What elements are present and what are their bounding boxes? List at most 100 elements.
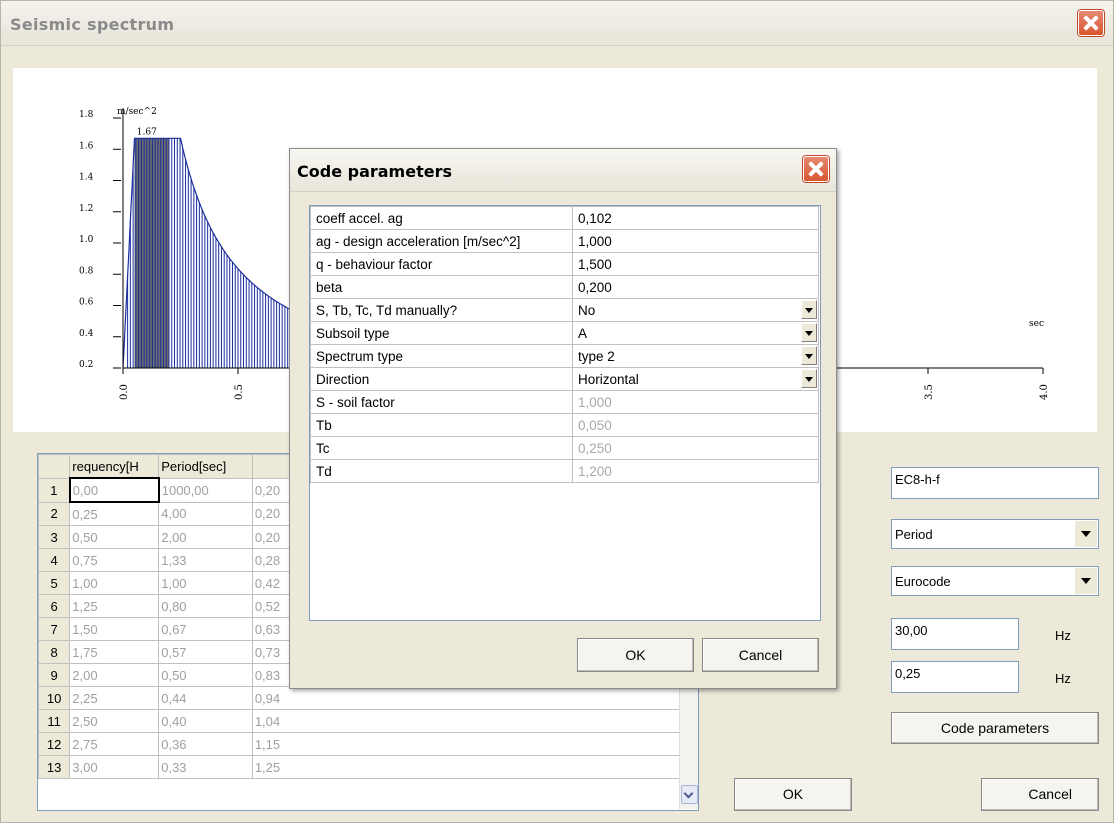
dialog-ok-button[interactable]: OK [577, 638, 694, 672]
dropdown-arrow-icon[interactable] [801, 300, 817, 319]
code-select[interactable]: Eurocode [891, 566, 1099, 596]
chevron-down-icon[interactable] [1074, 568, 1097, 594]
dialog-close-icon[interactable] [803, 156, 829, 182]
cancel-button[interactable]: Cancel [981, 778, 1099, 811]
parameter-value-text: 1,000 [578, 394, 612, 410]
parameter-row[interactable]: coeff accel. ag 0,102 [310, 206, 819, 230]
parameter-value-text: 1,000 [578, 233, 612, 249]
frequency-cell[interactable]: 0,50 [69, 525, 160, 549]
parameter-row[interactable]: Direction Horizontal [310, 367, 819, 391]
frequency-cell[interactable]: 3,00 [69, 755, 160, 779]
value-cell[interactable]: 1,04 [251, 709, 698, 733]
frequency-cell[interactable]: 1,00 [69, 571, 160, 595]
period-cell[interactable]: 1,33 [158, 548, 253, 572]
frequency-cell[interactable]: 1,50 [69, 617, 160, 641]
x-tick-label: 0.5 [234, 384, 245, 400]
parameter-value[interactable]: 1,000 [572, 229, 819, 253]
period-cell[interactable]: 0,36 [158, 732, 253, 756]
value-cell[interactable]: 1,25 [251, 755, 698, 779]
chevron-down-icon[interactable] [1074, 521, 1097, 547]
parameter-value[interactable]: 0,102 [572, 206, 819, 230]
frequency-cell[interactable]: 0,25 [69, 501, 160, 526]
frequency-cell[interactable]: 1,25 [69, 594, 160, 618]
table-row[interactable]: 11 2,50 0,40 1,04 [38, 709, 698, 733]
parameter-row[interactable]: S, Tb, Tc, Td manually? No [310, 298, 819, 322]
ok-button[interactable]: OK [734, 778, 852, 811]
table-row[interactable]: 13 3,00 0,33 1,25 [38, 755, 698, 779]
y-tick-label: 1.2 [79, 204, 93, 214]
parameter-value[interactable]: A [572, 321, 819, 345]
period-cell[interactable]: 4,00 [158, 501, 253, 526]
period-cell[interactable]: 1000,00 [158, 477, 253, 503]
period-cell[interactable]: 0,67 [158, 617, 253, 641]
parameter-row[interactable]: q - behaviour factor 1,500 [310, 252, 819, 276]
frequency-cell[interactable]: 0,75 [69, 548, 160, 572]
parameter-row[interactable]: Spectrum type type 2 [310, 344, 819, 368]
y-axis-unit: m/sec^2 [117, 107, 157, 117]
axis-select[interactable]: Period [891, 519, 1099, 549]
period-cell[interactable]: 0,44 [158, 686, 253, 710]
table-row[interactable]: 12 2,75 0,36 1,15 [38, 732, 698, 756]
parameter-value[interactable]: type 2 [572, 344, 819, 368]
parameter-row[interactable]: beta 0,200 [310, 275, 819, 299]
dropdown-arrow-icon[interactable] [801, 323, 817, 342]
dialog-title: Code parameters [297, 162, 452, 181]
spectrum-name-field[interactable]: EC8-h-f [891, 467, 1099, 499]
parameter-value[interactable]: Horizontal [572, 367, 819, 391]
parameters-grid[interactable]: coeff accel. ag 0,102 ag - design accelera… [309, 205, 821, 621]
code-parameters-button[interactable]: Code parameters [891, 712, 1099, 744]
row-number-header [38, 454, 71, 479]
parameter-row[interactable]: ag - design acceleration [m/sec^2] 1,000 [310, 229, 819, 253]
x-axis-unit: sec [1029, 319, 1044, 329]
row-number: 3 [38, 525, 71, 549]
scroll-down-icon[interactable] [681, 785, 698, 804]
frequency-cell[interactable]: 2,25 [69, 686, 160, 710]
period-column-header[interactable]: Period[sec] [158, 454, 253, 479]
frequency-step-field[interactable]: 0,25 [891, 661, 1019, 693]
parameter-label: beta [310, 275, 573, 299]
period-cell[interactable]: 0,80 [158, 594, 253, 618]
frequency-cell[interactable]: 2,50 [69, 709, 160, 733]
row-number: 13 [38, 755, 71, 779]
parameter-row[interactable]: Td 1,200 [310, 459, 819, 483]
row-number: 9 [38, 663, 71, 687]
parameters-table[interactable]: coeff accel. ag 0,102 ag - design accelera… [310, 206, 819, 483]
period-cell[interactable]: 0,33 [158, 755, 253, 779]
y-tick-label: 0.6 [79, 298, 94, 308]
period-cell[interactable]: 2,00 [158, 525, 253, 549]
close-icon[interactable] [1078, 10, 1104, 36]
parameter-row[interactable]: S - soil factor 1,000 [310, 390, 819, 414]
parameter-row[interactable]: Tc 0,250 [310, 436, 819, 460]
y-tick-label: 1.0 [79, 235, 94, 245]
parameter-row[interactable]: Tb 0,050 [310, 413, 819, 437]
frequency-cell[interactable]: 2,75 [69, 732, 160, 756]
period-cell[interactable]: 0,57 [158, 640, 253, 664]
dropdown-arrow-icon[interactable] [801, 369, 817, 388]
y-tick-label: 0.8 [79, 266, 94, 276]
parameter-row[interactable]: Subsoil type A [310, 321, 819, 345]
period-cell[interactable]: 0,50 [158, 663, 253, 687]
period-cell[interactable]: 1,00 [158, 571, 253, 595]
parameter-value-text: 0,102 [578, 210, 612, 226]
frequency-cell[interactable]: 0,00 [68, 477, 160, 503]
value-cell[interactable]: 1,15 [251, 732, 698, 756]
frequency-column-header[interactable]: requency[H [69, 454, 160, 479]
period-cell[interactable]: 0,40 [158, 709, 253, 733]
dropdown-arrow-icon[interactable] [801, 346, 817, 365]
row-number: 8 [38, 640, 71, 664]
parameter-label: Direction [310, 367, 573, 391]
frequency-cell[interactable]: 1,75 [69, 640, 160, 664]
max-frequency-field[interactable]: 30,00 [891, 618, 1019, 650]
parameter-value-text: 0,250 [578, 440, 612, 456]
parameter-value[interactable]: 0,200 [572, 275, 819, 299]
frequency-cell[interactable]: 2,00 [69, 663, 160, 687]
peak-value-label: 1.67 [137, 127, 157, 137]
dialog-cancel-button[interactable]: Cancel [702, 638, 819, 672]
parameter-value[interactable]: No [572, 298, 819, 322]
table-row[interactable]: 10 2,25 0,44 0,94 [38, 686, 698, 710]
parameter-value: 1,000 [572, 390, 819, 414]
parameter-label: ag - design acceleration [m/sec^2] [310, 229, 573, 253]
parameter-value[interactable]: 1,500 [572, 252, 819, 276]
value-cell[interactable]: 0,94 [251, 686, 698, 710]
y-tick-label: 0.4 [79, 329, 94, 339]
